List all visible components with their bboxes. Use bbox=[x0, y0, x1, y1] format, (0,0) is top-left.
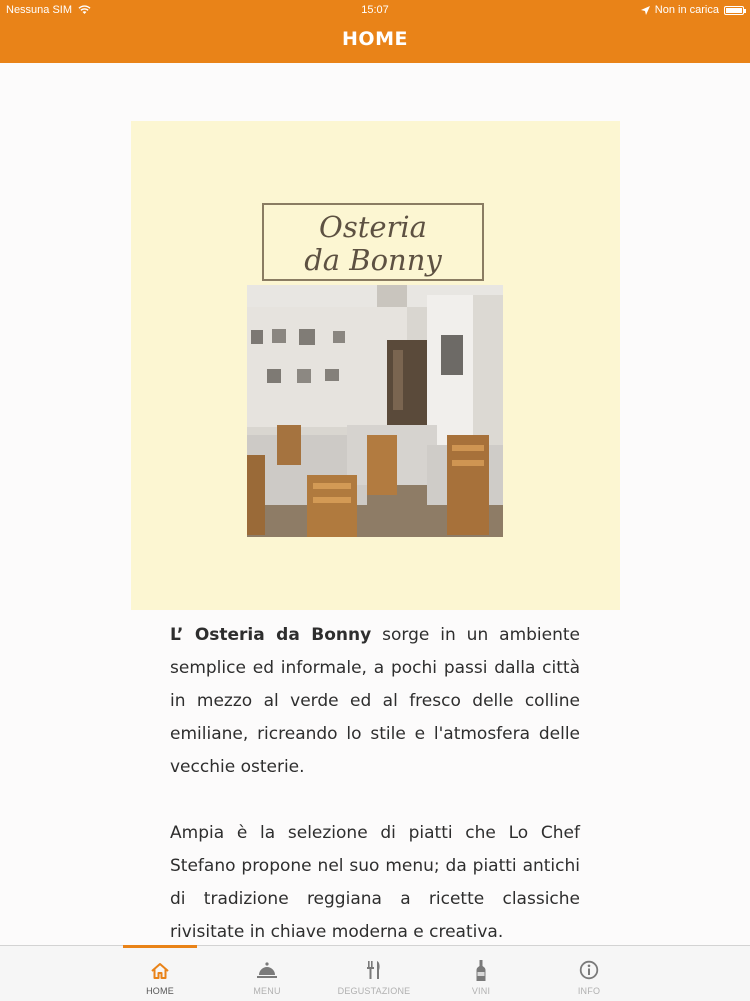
tab-vini-label: VINI bbox=[471, 986, 491, 996]
tab-info-label: INFO bbox=[577, 986, 601, 996]
tab-degustazione[interactable]: DEGUSTAZIONE bbox=[326, 946, 422, 1001]
sign-line-2: da Bonny bbox=[304, 243, 442, 277]
fork-knife-icon bbox=[367, 961, 380, 979]
home-icon bbox=[151, 963, 169, 979]
wine-bottle-icon bbox=[476, 960, 486, 981]
status-time: 15:07 bbox=[361, 4, 389, 16]
charging-status: Non in carica bbox=[654, 4, 719, 16]
tab-vini[interactable]: VINI bbox=[433, 946, 529, 1001]
app-header: Nessuna SIM 15:07 Non in carica HOME bbox=[0, 0, 750, 63]
tab-menu-label: MENU bbox=[253, 986, 281, 996]
hero-image: Osteria da Bonny bbox=[131, 121, 620, 610]
tab-degustazione-label: DEGUSTAZIONE bbox=[337, 986, 411, 996]
tab-home[interactable]: HOME bbox=[112, 945, 208, 1001]
dining-room-illustration bbox=[247, 285, 503, 537]
restaurant-logo-sign: Osteria da Bonny bbox=[262, 203, 484, 281]
sign-line-1: Osteria bbox=[319, 210, 427, 244]
tab-menu[interactable]: MENU bbox=[219, 946, 315, 1001]
location-arrow-icon bbox=[640, 5, 650, 15]
active-tab-indicator bbox=[123, 945, 197, 948]
status-bar: Nessuna SIM 15:07 Non in carica bbox=[0, 0, 750, 22]
restaurant-name: L’ Osteria da Bonny bbox=[170, 625, 372, 645]
info-icon bbox=[579, 960, 599, 980]
tab-bar: HOME MENU DEGUSTAZIONE VINI INFO bbox=[0, 945, 750, 1001]
page-title: HOME bbox=[342, 28, 408, 50]
cloche-icon bbox=[257, 962, 277, 978]
intro-paragraph-1: L’ Osteria da Bonny sorge in un ambiente… bbox=[170, 619, 580, 784]
intro-paragraph-1-text: sorge in un ambiente semplice ed informa… bbox=[170, 625, 580, 777]
dining-room-photo bbox=[247, 285, 503, 537]
battery-icon bbox=[724, 5, 746, 15]
tab-info[interactable]: INFO bbox=[541, 946, 637, 1001]
intro-paragraph-2: Ampia è la selezione di piatti che Lo Ch… bbox=[170, 823, 580, 942]
intro-text: L’ Osteria da Bonny sorge in un ambiente… bbox=[170, 619, 580, 982]
tab-home-label: HOME bbox=[146, 986, 174, 996]
